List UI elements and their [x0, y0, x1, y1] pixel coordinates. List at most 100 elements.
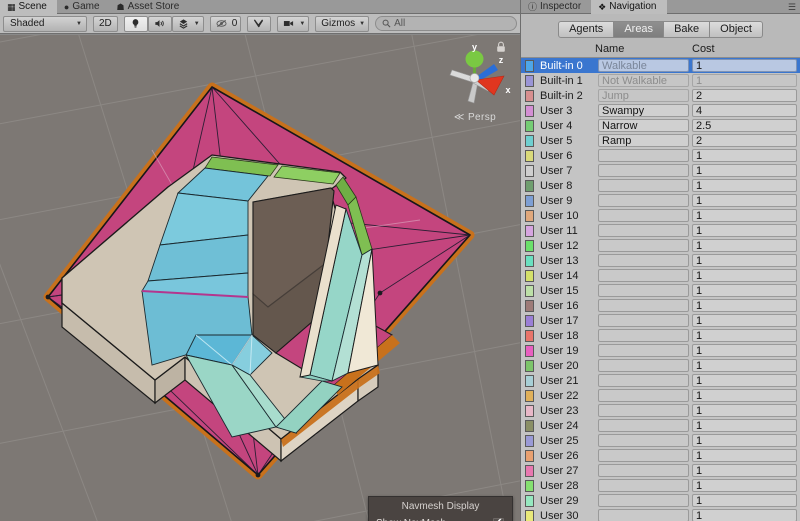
area-name-field[interactable]	[598, 209, 689, 222]
area-cost-field[interactable]: 1	[692, 404, 797, 417]
area-color-swatch[interactable]	[525, 464, 534, 477]
area-name-field[interactable]: Swampy	[598, 104, 689, 117]
segment-agents[interactable]: Agents	[558, 20, 615, 38]
area-row[interactable]: User 8 1	[521, 178, 800, 193]
area-row[interactable]: User 25 1	[521, 433, 800, 448]
area-cost-field[interactable]: 1	[692, 149, 797, 162]
scene-camera-button[interactable]: ▼	[277, 15, 310, 32]
area-row[interactable]: User 14 1	[521, 268, 800, 283]
area-color-swatch[interactable]	[525, 419, 534, 432]
area-cost-field[interactable]: 2	[692, 134, 797, 147]
area-name-field[interactable]	[598, 419, 689, 432]
area-name-field[interactable]	[598, 299, 689, 312]
area-color-swatch[interactable]	[525, 359, 534, 372]
area-color-swatch[interactable]	[525, 119, 534, 132]
area-color-swatch[interactable]	[525, 224, 534, 237]
tab-navigation[interactable]: ❖ Navigation	[591, 0, 667, 14]
area-name-field[interactable]	[598, 164, 689, 177]
area-cost-field[interactable]: 1	[692, 509, 797, 521]
area-color-swatch[interactable]	[525, 209, 534, 222]
toggle-fx-button[interactable]: ▼	[171, 15, 204, 32]
area-name-field[interactable]	[598, 224, 689, 237]
area-row[interactable]: User 18 1	[521, 328, 800, 343]
tab-inspector[interactable]: ⓘ Inspector	[521, 0, 591, 14]
area-color-swatch[interactable]	[525, 194, 534, 207]
area-name-field[interactable]	[598, 494, 689, 507]
area-color-swatch[interactable]	[525, 299, 534, 312]
area-color-swatch[interactable]	[525, 179, 534, 192]
lock-icon[interactable]	[496, 41, 506, 53]
area-color-swatch[interactable]	[525, 269, 534, 282]
area-color-swatch[interactable]	[525, 494, 534, 507]
area-color-swatch[interactable]	[525, 134, 534, 147]
area-cost-field[interactable]: 1	[692, 179, 797, 192]
area-name-field[interactable]	[598, 509, 689, 521]
area-color-swatch[interactable]	[525, 434, 534, 447]
segment-object[interactable]: Object	[710, 20, 763, 38]
area-name-field[interactable]	[598, 239, 689, 252]
area-row[interactable]: User 29 1	[521, 493, 800, 508]
area-row[interactable]: Built-in 2 Jump 2	[521, 88, 800, 103]
area-name-field[interactable]	[598, 284, 689, 297]
area-color-swatch[interactable]	[525, 149, 534, 162]
area-color-swatch[interactable]	[525, 509, 534, 521]
area-row[interactable]: User 6 1	[521, 148, 800, 163]
area-row[interactable]: User 9 1	[521, 193, 800, 208]
area-row[interactable]: User 3 Swampy 4	[521, 103, 800, 118]
area-name-field[interactable]: Ramp	[598, 134, 689, 147]
area-row[interactable]: User 22 1	[521, 388, 800, 403]
segment-areas[interactable]: Areas	[614, 20, 665, 38]
area-color-swatch[interactable]	[525, 314, 534, 327]
area-name-field[interactable]	[598, 389, 689, 402]
area-name-field[interactable]	[598, 314, 689, 327]
area-name-field[interactable]	[598, 149, 689, 162]
area-cost-field[interactable]: 1	[692, 464, 797, 477]
area-cost-field[interactable]: 2	[692, 89, 797, 102]
area-cost-field[interactable]: 1	[692, 449, 797, 462]
area-color-swatch[interactable]	[525, 344, 534, 357]
area-cost-field[interactable]: 1	[692, 239, 797, 252]
area-row[interactable]: User 24 1	[521, 418, 800, 433]
scene-search-input[interactable]: All	[375, 16, 517, 31]
area-row[interactable]: User 12 1	[521, 238, 800, 253]
area-name-field[interactable]	[598, 404, 689, 417]
area-name-field[interactable]	[598, 449, 689, 462]
area-cost-field[interactable]: 1	[692, 254, 797, 267]
area-name-field[interactable]	[598, 329, 689, 342]
area-cost-field[interactable]: 1	[692, 329, 797, 342]
area-row[interactable]: Built-in 1 Not Walkable 1	[521, 73, 800, 88]
gizmos-dropdown[interactable]: Gizmos ▼	[315, 15, 370, 32]
area-name-field[interactable]	[598, 359, 689, 372]
tab-scene[interactable]: ▦ Scene	[0, 0, 57, 14]
area-color-swatch[interactable]	[525, 449, 534, 462]
area-row[interactable]: User 23 1	[521, 403, 800, 418]
area-row[interactable]: User 26 1	[521, 448, 800, 463]
area-name-field[interactable]	[598, 434, 689, 447]
area-cost-field[interactable]: 1	[692, 419, 797, 432]
area-cost-field[interactable]: 1	[692, 344, 797, 357]
area-name-field[interactable]	[598, 374, 689, 387]
area-color-swatch[interactable]	[525, 239, 534, 252]
segment-bake[interactable]: Bake	[664, 20, 711, 38]
area-cost-field[interactable]: 1	[692, 209, 797, 222]
area-color-swatch[interactable]	[525, 284, 534, 297]
area-cost-field[interactable]: 1	[692, 269, 797, 282]
area-name-field[interactable]	[598, 269, 689, 282]
scene-tools-button[interactable]	[247, 15, 272, 32]
scene-view-axis-gizmo[interactable]: y z x ≪ Persp	[438, 37, 512, 123]
area-name-field[interactable]	[598, 179, 689, 192]
area-row[interactable]: User 13 1	[521, 253, 800, 268]
area-name-field[interactable]	[598, 464, 689, 477]
area-cost-field[interactable]: 1	[692, 314, 797, 327]
toggle-audio-button[interactable]	[147, 15, 172, 32]
area-color-swatch[interactable]	[525, 329, 534, 342]
projection-mode-label[interactable]: ≪ Persp	[438, 112, 512, 123]
area-cost-field[interactable]: 1	[692, 374, 797, 387]
area-cost-field[interactable]: 2.5	[692, 119, 797, 132]
area-row[interactable]: User 21 1	[521, 373, 800, 388]
tab-asset-store[interactable]: ☗ Asset Store	[110, 0, 190, 14]
navmesh-option-row[interactable]: Show NavMesh ✔	[369, 515, 512, 521]
area-row[interactable]: User 11 1	[521, 223, 800, 238]
area-row[interactable]: User 20 1	[521, 358, 800, 373]
area-name-field[interactable]	[598, 254, 689, 267]
